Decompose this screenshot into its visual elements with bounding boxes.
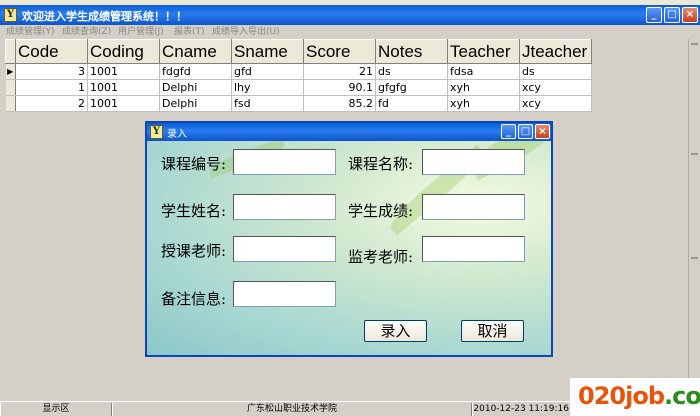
menu-grade-management[interactable]: 成绩管理(Y) <box>6 25 55 39</box>
student-name-label: 学生姓名: <box>161 202 227 220</box>
dialog-title-bar: Y 录入 _ □ × <box>147 123 551 141</box>
column-header-score[interactable]: Score <box>303 39 376 64</box>
row-indicator <box>5 79 16 96</box>
cell-teacher[interactable]: fdsa <box>447 63 520 80</box>
cell-jteacher[interactable]: xcy <box>519 79 592 96</box>
column-header-cname[interactable]: Cname <box>159 39 232 64</box>
dialog-close-button[interactable]: × <box>535 124 550 139</box>
minimize-button[interactable]: _ <box>646 7 662 23</box>
row-indicator <box>5 95 16 112</box>
cell-code[interactable]: 1 <box>15 79 88 96</box>
cell-score[interactable]: 85.2 <box>303 95 376 112</box>
course-code-input[interactable] <box>233 149 336 175</box>
cell-code[interactable]: 2 <box>15 95 88 112</box>
cell-notes[interactable]: ds <box>375 63 448 80</box>
course-name-input[interactable] <box>422 149 525 175</box>
cell-cname[interactable]: Delphi <box>159 79 232 96</box>
student-score-label: 学生成绩: <box>348 202 414 220</box>
menu-grade-query[interactable]: 成绩查询(Z) <box>62 25 111 39</box>
cell-code[interactable]: 3 <box>15 63 88 80</box>
submit-button[interactable]: 录入 <box>364 320 427 342</box>
vertical-scrollbar[interactable] <box>688 39 700 399</box>
proctor-input[interactable] <box>422 236 525 262</box>
notes-label: 备注信息: <box>161 290 227 308</box>
data-grid[interactable]: Code Coding Cname Sname Score Notes Teac… <box>5 39 592 112</box>
cell-notes[interactable]: gfgfg <box>375 79 448 96</box>
column-header-jteacher[interactable]: Jteacher <box>519 39 592 64</box>
dialog-maximize-button[interactable]: □ <box>518 124 533 139</box>
maximize-button[interactable]: □ <box>664 7 680 23</box>
cell-sname[interactable]: lhy <box>231 79 304 96</box>
cell-score[interactable]: 90.1 <box>303 79 376 96</box>
column-header-sname[interactable]: Sname <box>231 39 304 64</box>
column-header-coding[interactable]: Coding <box>87 39 160 64</box>
cell-teacher[interactable]: xyh <box>447 95 520 112</box>
cell-score[interactable]: 21 <box>303 63 376 80</box>
cell-notes[interactable]: fd <box>375 95 448 112</box>
course-code-label: 课程编号: <box>161 155 227 173</box>
dialog-body: 课程编号: 课程名称: 学生姓名: 学生成绩: 授课老师: 监考老师: 备注信息… <box>147 141 551 355</box>
status-display-area: 显示区 <box>0 403 112 416</box>
watermark-text-suffix: .com <box>664 382 700 410</box>
close-button[interactable]: × <box>682 7 698 23</box>
menu-report[interactable]: 报表(T) <box>174 25 205 39</box>
cell-cname[interactable]: Delphi <box>159 95 232 112</box>
proctor-label: 监考老师: <box>348 248 414 266</box>
watermark-text-main: 020job <box>578 382 665 410</box>
cell-coding[interactable]: 1001 <box>87 79 160 96</box>
cell-jteacher[interactable]: ds <box>519 63 592 80</box>
entry-dialog: Y 录入 _ □ × 课程编号: 课程名称: 学生姓名: 学生成绩: 授课老师:… <box>145 121 553 357</box>
scroll-marker <box>691 257 698 259</box>
window-title: 欢迎进入学生成绩管理系统！！！ <box>22 10 187 23</box>
cell-sname[interactable]: fsd <box>231 95 304 112</box>
main-title-bar: Y 欢迎进入学生成绩管理系统！！！ _ □ × <box>0 5 700 25</box>
menu-bar: 成绩管理(Y) 成绩查询(Z) 用户管理(J) 报表(T) 成绩导入导出(U) <box>0 25 700 39</box>
menu-import-export[interactable]: 成绩导入导出(U) <box>212 25 280 39</box>
cell-sname[interactable]: gfd <box>231 63 304 80</box>
current-row-indicator: ▶ <box>5 63 16 80</box>
menu-user-management[interactable]: 用户管理(J) <box>118 25 164 39</box>
cell-cname[interactable]: fdgfd <box>159 63 232 80</box>
column-header-code[interactable]: Code <box>15 39 88 64</box>
cancel-button[interactable]: 取消 <box>461 320 524 342</box>
teacher-label: 授课老师: <box>161 242 227 260</box>
table-row[interactable]: ▶ 3 1001 fdgfd gfd 21 ds fdsa ds <box>5 63 592 80</box>
dialog-minimize-button[interactable]: _ <box>501 124 516 139</box>
dialog-app-icon: Y <box>150 125 163 139</box>
row-indicator-header <box>5 39 16 64</box>
table-row[interactable]: 2 1001 Delphi fsd 85.2 fd xyh xcy <box>5 95 592 112</box>
student-score-input[interactable] <box>422 194 525 220</box>
cell-coding[interactable]: 1001 <box>87 63 160 80</box>
teacher-input[interactable] <box>233 236 336 262</box>
table-row[interactable]: 1 1001 Delphi lhy 90.1 gfgfg xyh xcy <box>5 79 592 96</box>
course-name-label: 课程名称: <box>348 155 414 173</box>
scroll-marker <box>691 43 698 45</box>
app-icon: Y <box>4 8 17 22</box>
watermark-logo: 020job.com <box>570 378 700 416</box>
cell-teacher[interactable]: xyh <box>447 79 520 96</box>
column-header-notes[interactable]: Notes <box>375 39 448 64</box>
dialog-title: 录入 <box>167 129 187 140</box>
scroll-marker <box>691 153 698 155</box>
column-header-teacher[interactable]: Teacher <box>447 39 520 64</box>
cell-coding[interactable]: 1001 <box>87 95 160 112</box>
student-name-input[interactable] <box>233 194 336 220</box>
cell-jteacher[interactable]: xcy <box>519 95 592 112</box>
notes-input[interactable] <box>233 281 336 307</box>
status-school-name: 广东松山职业技术学院 <box>112 403 472 416</box>
